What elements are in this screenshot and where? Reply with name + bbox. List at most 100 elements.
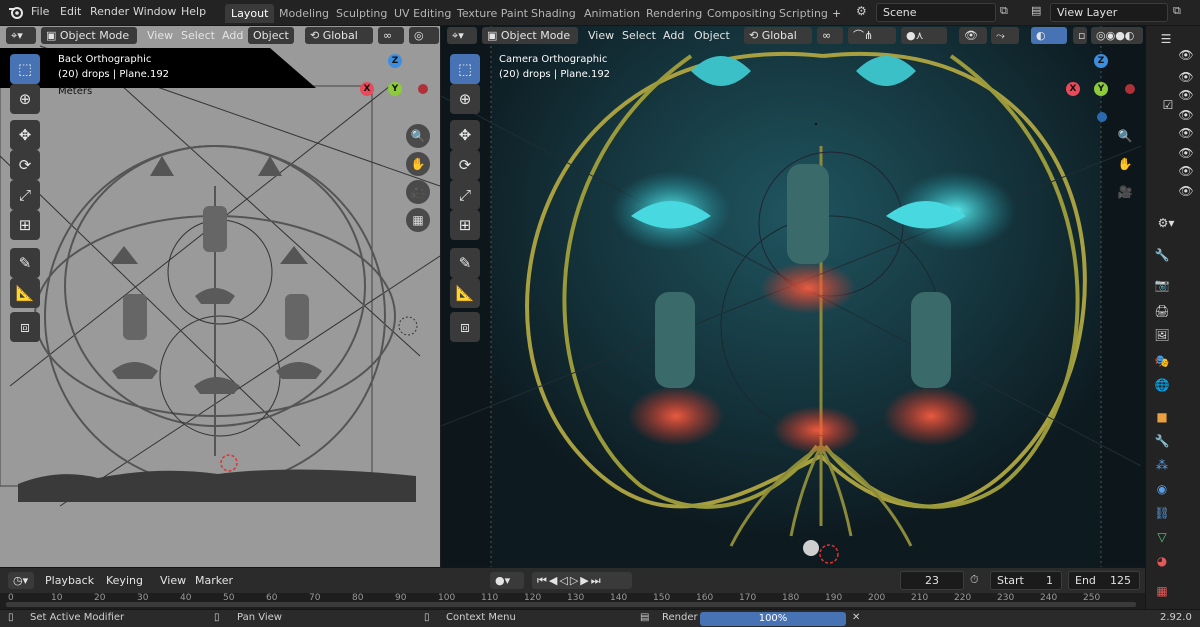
new-view-layer-icon[interactable]: ⧉ bbox=[1173, 4, 1181, 18]
left-menu-add[interactable]: Add bbox=[217, 27, 248, 44]
right-editor-type-icon[interactable]: ⌖▾ bbox=[447, 27, 477, 44]
outliner-eye-icon-1[interactable]: 👁 bbox=[1176, 46, 1196, 64]
left-gizmo-y[interactable]: Y bbox=[388, 82, 402, 96]
scene-properties-icon[interactable]: 🎭 bbox=[1152, 352, 1172, 370]
menu-edit[interactable]: Edit bbox=[60, 5, 81, 18]
tab-shading[interactable]: Shading bbox=[525, 4, 582, 23]
right-zoom-icon[interactable]: 🔍 bbox=[1113, 124, 1137, 148]
left-editor-type-icon[interactable]: ⌖▾ bbox=[6, 27, 36, 44]
physics-properties-icon[interactable]: ◉ bbox=[1152, 480, 1172, 498]
modifier-properties-icon[interactable]: 🔧 bbox=[1152, 432, 1172, 450]
right-rotate-tool-icon[interactable]: ⟳ bbox=[450, 150, 480, 180]
properties-editor-icon[interactable]: ⚙▾ bbox=[1156, 214, 1176, 232]
tab-layout[interactable]: Layout bbox=[225, 4, 275, 23]
output-properties-icon[interactable]: 🖨 bbox=[1152, 302, 1172, 320]
right-add-cube-tool-icon[interactable]: ⧈ bbox=[450, 312, 480, 342]
outliner-eye-icon-2[interactable]: 👁 bbox=[1176, 68, 1196, 86]
left-gizmo-neg-x-icon[interactable] bbox=[418, 84, 428, 94]
outliner-eye-icon-6[interactable]: 👁 bbox=[1176, 144, 1196, 162]
right-menu-view[interactable]: View bbox=[583, 27, 619, 44]
menu-window[interactable]: Window bbox=[133, 5, 176, 18]
tab-rendering[interactable]: Rendering bbox=[640, 4, 708, 23]
left-menu-view[interactable]: View bbox=[142, 27, 178, 44]
left-camera-view-icon[interactable]: 🎥 bbox=[406, 180, 430, 204]
constraints-properties-icon[interactable]: ⛓ bbox=[1152, 504, 1172, 522]
right-select-box-tool-icon[interactable]: ⬚ bbox=[450, 54, 480, 84]
view-layer-name-field[interactable]: View Layer bbox=[1050, 3, 1168, 22]
scene-selector[interactable]: ⚙ Scene ⧉ bbox=[852, 3, 1022, 22]
tab-modeling[interactable]: Modeling bbox=[273, 4, 335, 23]
right-menu-select[interactable]: Select bbox=[617, 27, 661, 44]
left-zoom-icon[interactable]: 🔍 bbox=[406, 124, 430, 148]
right-gizmo-z[interactable]: Z bbox=[1094, 54, 1108, 68]
object-properties-icon[interactable]: ■ bbox=[1152, 408, 1172, 426]
outliner-eye-icon-5[interactable]: 👁 bbox=[1176, 124, 1196, 142]
measure-tool-icon[interactable]: 📐 bbox=[10, 278, 40, 308]
left-grid-view-icon[interactable]: ▦ bbox=[406, 208, 430, 232]
left-menu-object[interactable]: Object bbox=[248, 27, 294, 44]
outliner-editor-icon[interactable]: ☰ bbox=[1156, 30, 1176, 48]
scale-tool-icon[interactable]: ⤢ bbox=[10, 180, 40, 210]
right-cursor-tool-icon[interactable]: ⊕ bbox=[450, 84, 480, 114]
add-cube-tool-icon[interactable]: ⧈ bbox=[10, 312, 40, 342]
right-measure-tool-icon[interactable]: 📐 bbox=[450, 278, 480, 308]
outliner-eye-icon-4[interactable]: 👁 bbox=[1176, 106, 1196, 124]
right-menu-object[interactable]: Object bbox=[689, 27, 735, 44]
particles-properties-icon[interactable]: ⁂ bbox=[1152, 456, 1172, 474]
left-pan-hand-icon[interactable]: ✋ bbox=[406, 152, 430, 176]
right-gizmo-neg-z-icon[interactable] bbox=[1097, 112, 1107, 122]
tab-sculpting[interactable]: Sculpting bbox=[330, 4, 393, 23]
cancel-render-icon[interactable]: ✕ bbox=[852, 612, 860, 623]
left-proportional-icon[interactable]: ◎ bbox=[409, 27, 439, 44]
right-snap-icon[interactable]: ∞ bbox=[817, 27, 843, 44]
tab-uv-editing[interactable]: UV Editing bbox=[388, 4, 457, 23]
left-gizmo-x[interactable]: X bbox=[360, 82, 374, 96]
current-frame-field[interactable]: 23 bbox=[900, 571, 964, 590]
right-move-tool-icon[interactable]: ✥ bbox=[450, 120, 480, 150]
right-xray-icon[interactable]: ▫ bbox=[1073, 27, 1087, 44]
view-layer-properties-icon[interactable]: 🖼 bbox=[1152, 326, 1172, 344]
left-viewport[interactable]: Back Orthographic (20) drops | Plane.192… bbox=[0, 26, 440, 567]
move-tool-icon[interactable]: ✥ bbox=[10, 120, 40, 150]
add-workspace-button[interactable]: + bbox=[826, 4, 847, 23]
right-menu-add[interactable]: Add bbox=[658, 27, 689, 44]
left-menu-select[interactable]: Select bbox=[176, 27, 220, 44]
right-transform-tool-icon[interactable]: ⊞ bbox=[450, 210, 480, 240]
cursor-tool-icon[interactable]: ⊕ bbox=[10, 84, 40, 114]
right-snap-options-icon[interactable]: ⌒⋔ bbox=[848, 27, 896, 44]
material-properties-icon[interactable]: ◕ bbox=[1152, 552, 1172, 570]
menu-file[interactable]: File bbox=[31, 5, 49, 18]
right-mode-dropdown[interactable]: ▣ Object Mode bbox=[482, 27, 578, 44]
right-orientation-dropdown[interactable]: ⟲ Global bbox=[744, 27, 812, 44]
timeline-menu-marker[interactable]: Marker bbox=[190, 572, 238, 589]
outliner-checkbox-icon[interactable]: ☑ bbox=[1158, 96, 1178, 114]
tool-properties-icon[interactable]: 🔧 bbox=[1152, 246, 1172, 264]
record-keyframe-icon[interactable]: ●▾ bbox=[490, 572, 524, 589]
rotate-tool-icon[interactable]: ⟳ bbox=[10, 150, 40, 180]
right-gizmo-y[interactable]: Y bbox=[1094, 82, 1108, 96]
right-pan-hand-icon[interactable]: ✋ bbox=[1113, 152, 1137, 176]
right-gizmo-neg-x-icon[interactable] bbox=[1125, 84, 1135, 94]
right-viewport[interactable]: Camera Orthographic (20) drops | Plane.1… bbox=[441, 26, 1145, 567]
outliner-eye-icon-8[interactable]: 👁 bbox=[1176, 182, 1196, 200]
timeline-menu-playback[interactable]: Playback bbox=[40, 572, 99, 589]
menu-help[interactable]: Help bbox=[181, 5, 206, 18]
right-scale-tool-icon[interactable]: ⤢ bbox=[450, 180, 480, 210]
tab-animation[interactable]: Animation bbox=[578, 4, 646, 23]
right-camera-view-icon[interactable]: 🎥 bbox=[1113, 180, 1137, 204]
start-frame-field[interactable]: Start 1 bbox=[990, 571, 1062, 590]
blender-logo-icon[interactable] bbox=[8, 4, 24, 20]
world-properties-icon[interactable]: 🌐 bbox=[1152, 376, 1172, 394]
outliner-eye-icon-7[interactable]: 👁 bbox=[1176, 162, 1196, 180]
transform-tool-icon[interactable]: ⊞ bbox=[10, 210, 40, 240]
data-properties-icon[interactable]: ▽ bbox=[1152, 528, 1172, 546]
right-annotate-tool-icon[interactable]: ✎ bbox=[450, 248, 480, 278]
preview-range-icon[interactable]: ⏱ bbox=[970, 573, 979, 587]
tab-texture-paint[interactable]: Texture Paint bbox=[451, 4, 534, 23]
left-gizmo-z[interactable]: Z bbox=[388, 54, 402, 68]
timeline-menu-view[interactable]: View bbox=[155, 572, 191, 589]
scene-name-field[interactable]: Scene bbox=[876, 3, 996, 22]
playback-controls-icon[interactable]: ⏮◀◁▷▶⏭ bbox=[532, 572, 632, 589]
left-snap-icon[interactable]: ∞ bbox=[378, 27, 404, 44]
menu-render[interactable]: Render bbox=[90, 5, 129, 18]
